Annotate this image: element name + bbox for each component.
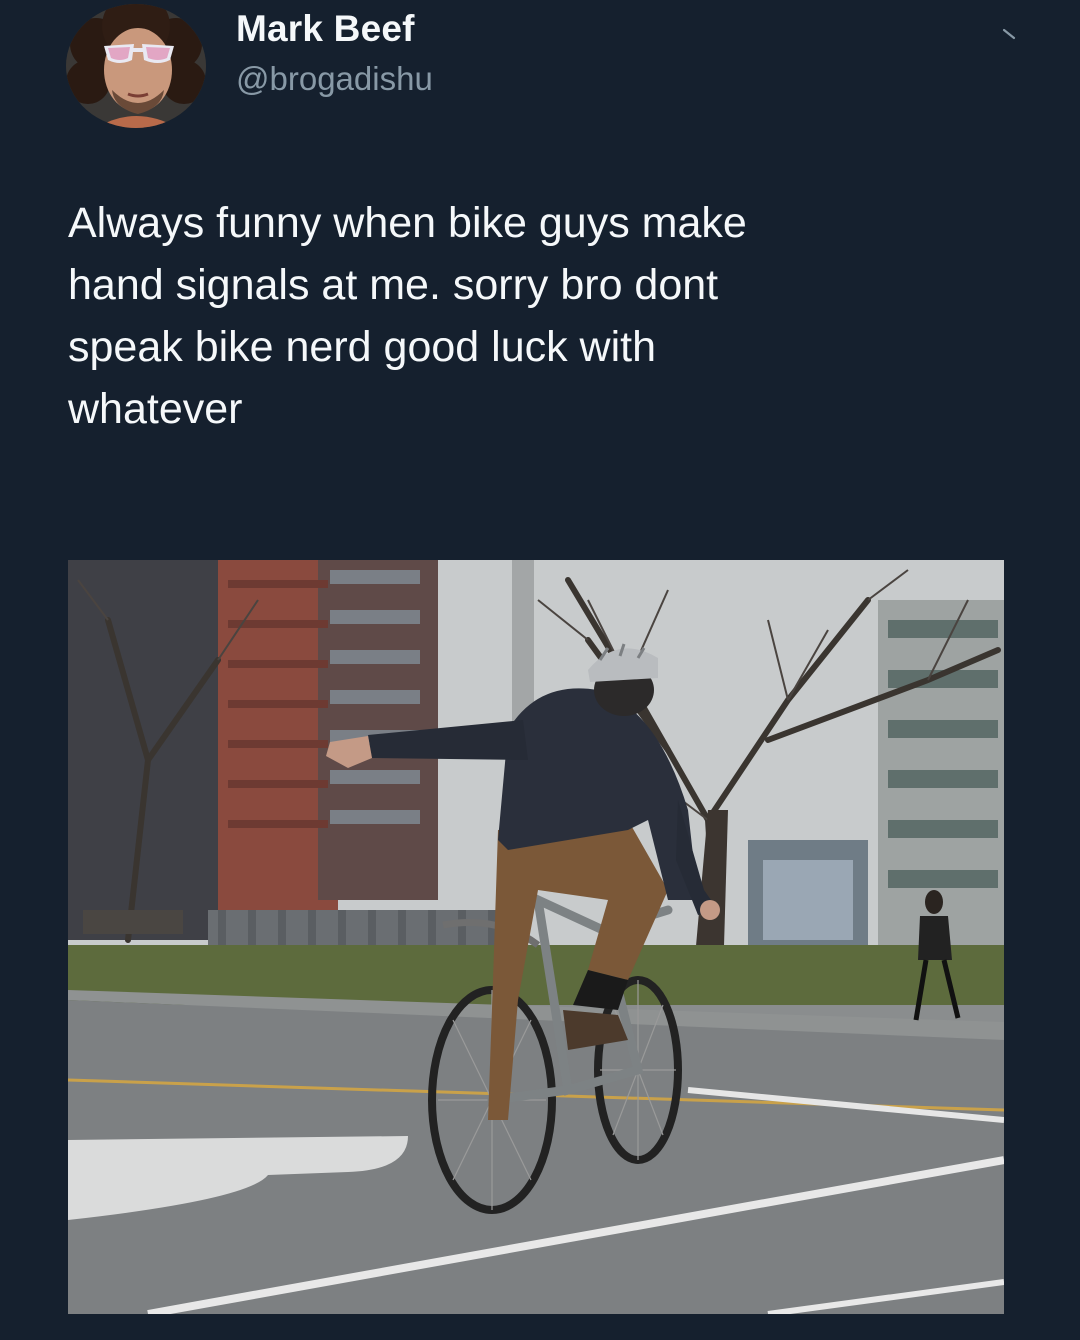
display-name[interactable]: Mark Beef (236, 8, 415, 50)
tweet-photo[interactable] (68, 560, 1004, 1314)
tweet-card: Mark Beef @brogadishu Always funny when … (0, 0, 1080, 1340)
avatar[interactable] (66, 4, 206, 128)
user-handle[interactable]: @brogadishu (236, 60, 433, 98)
chevron-down-icon[interactable] (998, 22, 1020, 44)
tweet-text: Always funny when bike guys make hand si… (68, 199, 747, 433)
